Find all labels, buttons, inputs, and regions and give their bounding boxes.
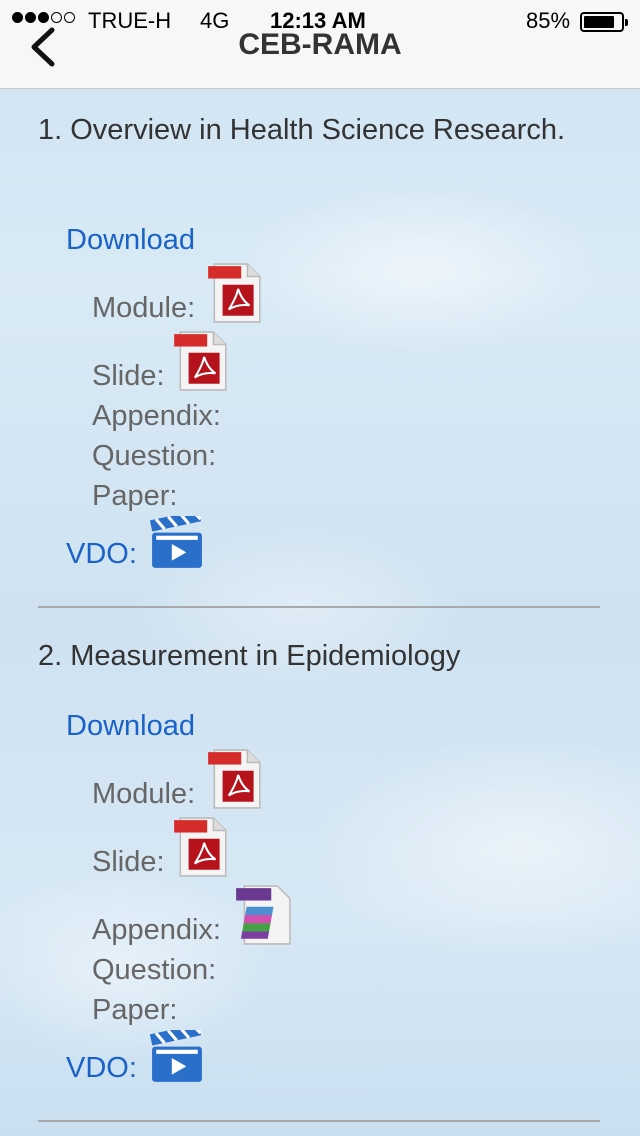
vdo-label[interactable]: VDO: [66,1052,137,1085]
appendix-rar-icon[interactable] [234,884,292,946]
section-divider [38,606,600,608]
question-label: Question: [92,954,217,986]
question-label: Question: [92,440,217,472]
download-link[interactable]: Download [66,224,195,257]
slide-pdf-icon[interactable] [172,330,230,392]
download-link[interactable]: Download [66,710,195,743]
video-clapperboard-icon[interactable] [150,1030,204,1084]
section-divider [38,1120,600,1122]
module-pdf-icon[interactable] [206,262,264,324]
module-pdf-icon[interactable] [206,748,264,810]
paper-label: Paper: [92,480,178,512]
slide-pdf-icon[interactable] [172,816,230,878]
slide-label: Slide: [92,846,165,878]
module-label: Module: [92,778,196,810]
top-bar: TRUE-H 4G 12:13 AM 85% CEB-RAMA [0,0,640,89]
section-title: 1. Overview in Health Science Research. [38,114,566,146]
slide-label: Slide: [92,360,165,392]
vdo-label[interactable]: VDO: [66,538,137,571]
appendix-label: Appendix: [92,914,221,946]
nav-title: CEB-RAMA [238,28,402,61]
paper-label: Paper: [92,994,178,1026]
video-clapperboard-icon[interactable] [150,516,204,570]
module-label: Module: [92,292,196,324]
appendix-label: Appendix: [92,400,221,432]
section-title: 2. Measurement in Epidemiology [38,640,461,672]
